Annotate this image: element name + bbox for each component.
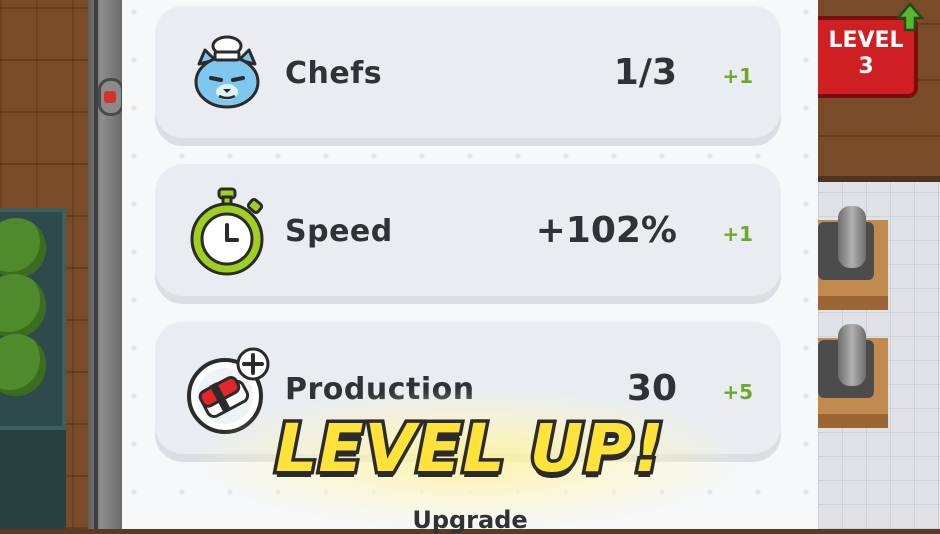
stat-label: Speed xyxy=(285,214,393,249)
level-up-banner: LEVEL UP! xyxy=(272,407,667,491)
chef-cat-icon xyxy=(194,35,260,109)
prep-roller xyxy=(838,206,866,268)
stat-bonus: +1 xyxy=(722,222,753,246)
stat-value: +102% xyxy=(535,210,677,251)
prep-roller xyxy=(838,324,866,386)
bush-decoration xyxy=(0,334,46,396)
stopwatch-icon xyxy=(190,187,264,276)
level-badge-number: 3 xyxy=(858,54,874,79)
upgrade-button-label[interactable]: Upgrade xyxy=(0,506,940,534)
stat-card-speed: Speed +102% +1 xyxy=(155,164,781,304)
scene-knob xyxy=(98,78,124,116)
bush-decoration xyxy=(0,218,46,278)
stat-bonus: +1 xyxy=(722,64,753,88)
stat-value: 1/3 xyxy=(613,52,677,93)
scene-window xyxy=(0,208,66,430)
level-up-arrow-icon xyxy=(896,2,924,32)
bush-decoration xyxy=(0,274,46,338)
stat-card-chefs: Chefs 1/3 +1 xyxy=(155,6,781,146)
stat-label: Chefs xyxy=(285,56,383,91)
